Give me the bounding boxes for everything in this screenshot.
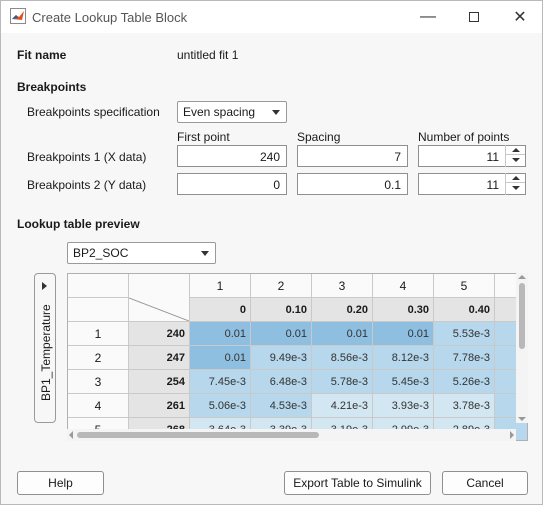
scroll-down-icon (518, 417, 526, 421)
column-index-header: 2 (251, 274, 312, 298)
fit-name-value: untitled fit 1 (177, 48, 239, 62)
table-cell: 4.53e-3 (251, 394, 312, 418)
table-cell: 5.06e-3 (190, 394, 251, 418)
close-icon: ✕ (513, 9, 527, 26)
table-cell: 8.56e-3 (312, 346, 373, 370)
scroll-up-icon (518, 275, 526, 279)
preview-variable-dropdown[interactable]: BP2_SOC (67, 242, 216, 264)
corner-cell (68, 274, 129, 298)
bp1-spacing-input[interactable]: 7 (297, 145, 408, 167)
table-cell: 0.01 (190, 322, 251, 346)
breakpoints-spec-label: Breakpoints specification (27, 105, 160, 119)
scroll-thumb[interactable] (77, 432, 319, 438)
triangle-down-icon (511, 158, 520, 162)
row-breakpoint-header: 261 (129, 394, 190, 418)
column-index-header: 3 (312, 274, 373, 298)
row-index-header: 4 (68, 394, 129, 418)
table-cell: 5.45e-3 (373, 370, 434, 394)
table-cell: 0.01 (251, 322, 312, 346)
spacing-header: Spacing (297, 130, 341, 144)
maximize-icon (469, 12, 479, 22)
help-button[interactable]: Help (17, 471, 104, 495)
stepper-down-button[interactable] (506, 155, 525, 165)
table-cell: 9.49e-3 (251, 346, 312, 370)
preview-heading: Lookup table preview (17, 217, 140, 231)
breakpoints-spec-dropdown[interactable]: Even spacing (177, 101, 287, 123)
diagonal-line-icon (129, 297, 189, 321)
table-cell: 7.45e-3 (190, 370, 251, 394)
preview-variable-value: BP2_SOC (73, 246, 129, 260)
triangle-down-icon (511, 186, 520, 190)
table-cell: 0.01 (312, 322, 373, 346)
bp2-label: Breakpoints 2 (Y data) (27, 178, 147, 192)
stepper-up-button[interactable] (506, 145, 525, 155)
first-point-header: First point (177, 130, 230, 144)
chevron-down-icon (272, 110, 280, 115)
triangle-up-icon (511, 175, 520, 180)
triangle-up-icon (511, 147, 520, 152)
fit-name-label: Fit name (17, 48, 67, 62)
bp2-npoints-stepper[interactable] (505, 173, 525, 195)
scroll-left-icon (69, 431, 73, 439)
stepper-down-button[interactable] (506, 183, 525, 193)
row-index-header: 3 (68, 370, 129, 394)
bp1-first-point-input[interactable]: 240 (177, 145, 287, 167)
bp2-first-point-input[interactable]: 0 (177, 173, 287, 195)
row-axis-panel[interactable]: BP1_Temperature (34, 273, 56, 423)
table-cell: 6.48e-3 (251, 370, 312, 394)
row-index-header: 1 (68, 322, 129, 346)
bp1-npoints-stepper[interactable] (505, 145, 525, 167)
expand-arrow-icon (42, 282, 47, 290)
column-breakpoint-header: 0.40 (434, 298, 495, 322)
row-breakpoint-header: 254 (129, 370, 190, 394)
corner-diagonal-cell (129, 274, 190, 322)
column-breakpoint-header: 0.20 (312, 298, 373, 322)
scroll-thumb[interactable] (519, 283, 525, 349)
number-of-points-header: Number of points (418, 130, 510, 144)
column-breakpoint-header: 0.10 (251, 298, 312, 322)
table-cell: 4.21e-3 (312, 394, 373, 418)
bp1-label: Breakpoints 1 (X data) (27, 150, 147, 164)
minimize-icon: — (420, 8, 436, 25)
table-cell: 3.93e-3 (373, 394, 434, 418)
table-cell: 5.53e-3 (434, 322, 495, 346)
table-cell: 5.78e-3 (312, 370, 373, 394)
column-breakpoint-header: 0 (190, 298, 251, 322)
column-breakpoint-header: 0.30 (373, 298, 434, 322)
table-vertical-scrollbar[interactable] (516, 273, 528, 423)
table-cell: 5.26e-3 (434, 370, 495, 394)
column-index-header: 4 (373, 274, 434, 298)
row-breakpoint-header: 247 (129, 346, 190, 370)
matlab-logo-icon (10, 8, 26, 24)
table-cell: 7.78e-3 (434, 346, 495, 370)
close-button[interactable]: ✕ (497, 1, 543, 33)
table-cell: 3.78e-3 (434, 394, 495, 418)
export-table-button[interactable]: Export Table to Simulink (284, 471, 431, 495)
column-index-header: 5 (434, 274, 495, 298)
minimize-button[interactable]: — (405, 1, 451, 33)
table-horizontal-scrollbar[interactable] (67, 429, 516, 441)
lookup-table-preview: 1 0 2 0.10 3 0.20 4 0.30 5 0.40 1 240 0.01 0.01 0.01 0.… (67, 273, 528, 441)
corner-cell (68, 298, 129, 322)
column-index-header: 1 (190, 274, 251, 298)
scroll-right-icon (510, 431, 514, 439)
window-title: Create Lookup Table Block (32, 10, 188, 25)
breakpoints-spec-value: Even spacing (183, 105, 256, 119)
row-index-header: 2 (68, 346, 129, 370)
maximize-button[interactable] (451, 1, 497, 33)
dialog-window: Create Lookup Table Block — ✕ Fit name u… (0, 0, 543, 505)
breakpoints-heading: Breakpoints (17, 80, 87, 94)
row-breakpoint-header: 240 (129, 322, 190, 346)
chevron-down-icon (201, 251, 209, 256)
table-cell: 0.01 (190, 346, 251, 370)
cancel-button[interactable]: Cancel (442, 471, 528, 495)
table-cell: 8.12e-3 (373, 346, 434, 370)
bp2-spacing-input[interactable]: 0.1 (297, 173, 408, 195)
row-axis-label: BP1_Temperature (39, 304, 53, 401)
stepper-up-button[interactable] (506, 173, 525, 183)
title-bar: Create Lookup Table Block — ✕ (1, 1, 542, 33)
table-cell: 0.01 (373, 322, 434, 346)
